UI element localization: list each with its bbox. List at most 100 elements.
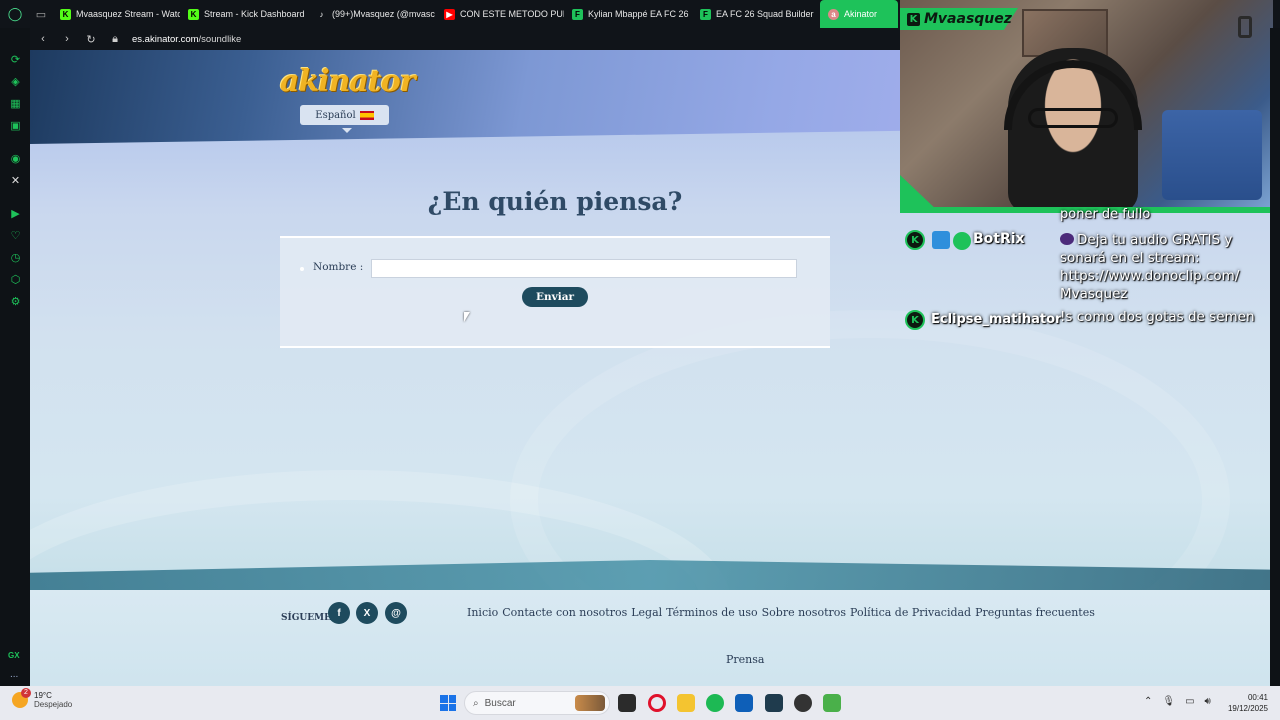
language-selector[interactable]: Español: [300, 105, 389, 125]
x-icon[interactable]: ✕: [9, 175, 22, 188]
footer-link-terminos[interactable]: Términos de uso: [666, 606, 757, 619]
chevron-up-icon[interactable]: ⌃: [1144, 696, 1152, 707]
youtube-icon: ▶: [444, 8, 455, 20]
tab-label: Mvaasquez Stream - Watc: [76, 9, 180, 19]
bot-badge-icon: [932, 231, 950, 249]
tab-kick-dashboard[interactable]: K Stream - Kick Dashboard: [180, 0, 308, 28]
tab-label: Akinator: [844, 9, 878, 19]
tab-label: Stream - Kick Dashboard: [204, 9, 305, 19]
chat-message-cutoff: poner de fullo: [1060, 207, 1151, 222]
footer-link-contacto[interactable]: Contacte con nosotros: [502, 606, 627, 619]
name-label: Nombre :: [313, 261, 364, 273]
akinator-logo[interactable]: akinator: [280, 64, 416, 99]
submit-button[interactable]: Enviar: [522, 287, 588, 307]
kick-badge-icon: K: [905, 310, 925, 330]
tab-youtube[interactable]: ▶ CON ESTE METODO PUE: [436, 0, 564, 28]
footer-link-prensa[interactable]: Prensa: [726, 653, 764, 666]
display-icon[interactable]: ▭: [1185, 696, 1194, 707]
futbin-icon: F: [700, 8, 711, 20]
tab-futbin-mbappe[interactable]: F Kylian Mbappé EA FC 26: [564, 0, 692, 28]
green-app-icon[interactable]: [823, 694, 841, 712]
footer-link-legal[interactable]: Legal: [631, 606, 662, 619]
facebook-icon[interactable]: f: [328, 602, 350, 624]
spain-flag-icon: [359, 110, 374, 120]
weather-desc: Despejado: [34, 700, 73, 709]
kick-icon: K: [60, 8, 71, 20]
settings-icon[interactable]: ⚙: [9, 296, 22, 309]
forward-arrow-icon[interactable]: ›: [60, 33, 74, 45]
sun-icon: 2: [12, 688, 31, 708]
dropdown-arrow-icon: [342, 128, 352, 133]
weather-widget[interactable]: 2 19°C Despejado: [12, 688, 73, 709]
window-edge: [1270, 28, 1280, 686]
gx-label[interactable]: GX: [8, 651, 20, 660]
kick-icon: K: [907, 12, 920, 26]
gx-corner-icon[interactable]: ◈: [9, 76, 22, 89]
emote-icon: [1060, 233, 1074, 245]
akinator-icon: a: [828, 8, 839, 20]
chat-message: !s como dos gotas de semen: [1060, 309, 1255, 325]
microphone-icon[interactable]: 🎙︎: [1162, 696, 1175, 707]
obs-icon[interactable]: [794, 694, 812, 712]
app-icon[interactable]: [765, 694, 783, 712]
streamer-name-text: Mvaasquez: [924, 11, 1012, 27]
page-title: ¿En quién piensa?: [427, 187, 683, 216]
extensions-icon[interactable]: ⬡: [9, 274, 22, 287]
opera-gx-icon[interactable]: [648, 694, 666, 712]
footer-link-privacidad[interactable]: Política de Privacidad: [850, 606, 971, 619]
tab-akinator[interactable]: a Akinator: [820, 0, 898, 28]
volume-icon[interactable]: 🔊︎: [1205, 696, 1211, 707]
search-icon: ⌕: [473, 697, 479, 709]
address-bar: ‹ › ↻ 🔒︎ es.akinator.com/soundlike: [30, 28, 900, 50]
notification-badge: 2: [21, 688, 31, 698]
tab-tiktok[interactable]: ♪ (99+)Mvasquez (@mvasc: [308, 0, 436, 28]
heart-icon[interactable]: ♡: [9, 230, 22, 243]
search-placeholder: Buscar: [484, 697, 516, 709]
tab-label: EA FC 26 Squad Builder: [716, 9, 814, 19]
tiktok-icon: ♪: [319, 9, 324, 19]
tab-label: CON ESTE METODO PUE: [460, 9, 564, 19]
player-icon[interactable]: ▶: [9, 208, 22, 221]
system-clock[interactable]: 00:41 19/12/2025: [1220, 692, 1268, 714]
footer-link-faq[interactable]: Preguntas frecuentes: [975, 606, 1095, 619]
x-icon[interactable]: X: [356, 602, 378, 624]
file-explorer-icon[interactable]: [677, 694, 695, 712]
futbin-icon: F: [572, 8, 583, 20]
name-input[interactable]: [371, 259, 797, 278]
footer-link-inicio[interactable]: Inicio: [467, 606, 498, 619]
tab-futbin-squad[interactable]: F EA FC 26 Squad Builder: [692, 0, 820, 28]
webcam-overlay: K Mvaasquez: [900, 0, 1273, 213]
clock-date: 19/12/2025: [1227, 704, 1268, 713]
store-icon[interactable]: [735, 694, 753, 712]
name-form: Nombre : Enviar: [280, 236, 830, 348]
frame-corner: [900, 175, 940, 207]
windows-start-icon[interactable]: [440, 695, 456, 711]
tab-label: Kylian Mbappé EA FC 26: [588, 9, 689, 19]
messenger-icon[interactable]: ▣: [9, 120, 22, 133]
threads-icon[interactable]: @: [385, 602, 407, 624]
kick-icon: K: [188, 8, 199, 20]
footer-link-sobre[interactable]: Sobre nosotros: [762, 606, 846, 619]
tab-kick-stream[interactable]: K Mvaasquez Stream - Watc: [52, 0, 180, 28]
gx-cleaner-icon[interactable]: ▦: [9, 98, 22, 111]
more-icon[interactable]: ...: [10, 669, 18, 680]
tab-label: (99+)Mvasquez (@mvasc: [332, 9, 435, 19]
taskbar-search[interactable]: ⌕ Buscar: [464, 691, 610, 715]
spotify-icon[interactable]: [706, 694, 724, 712]
page-footer: SÍGUEME f X @ Inicio Contacte con nosotr…: [30, 590, 1270, 686]
url-field[interactable]: es.akinator.com/soundlike: [132, 34, 241, 45]
url-domain: es.akinator.com: [132, 33, 199, 45]
reload-icon[interactable]: ↻: [84, 33, 98, 46]
task-view-icon[interactable]: [618, 694, 636, 712]
background-bed: [1162, 110, 1262, 200]
tab-menu-icon[interactable]: ▭: [30, 8, 52, 21]
gx-control-icon[interactable]: ⟳: [9, 54, 22, 67]
follow-label: SÍGUEME: [281, 613, 331, 623]
url-path: /soundlike: [198, 33, 242, 45]
whatsapp-icon[interactable]: ◉: [9, 153, 22, 166]
history-icon[interactable]: ◷: [9, 252, 22, 265]
opera-gx-logo-icon[interactable]: ◯: [0, 0, 30, 28]
weather-temp: 19°C: [34, 691, 52, 700]
back-arrow-icon[interactable]: ‹: [36, 33, 50, 45]
clock-time: 00:41: [1247, 693, 1268, 702]
